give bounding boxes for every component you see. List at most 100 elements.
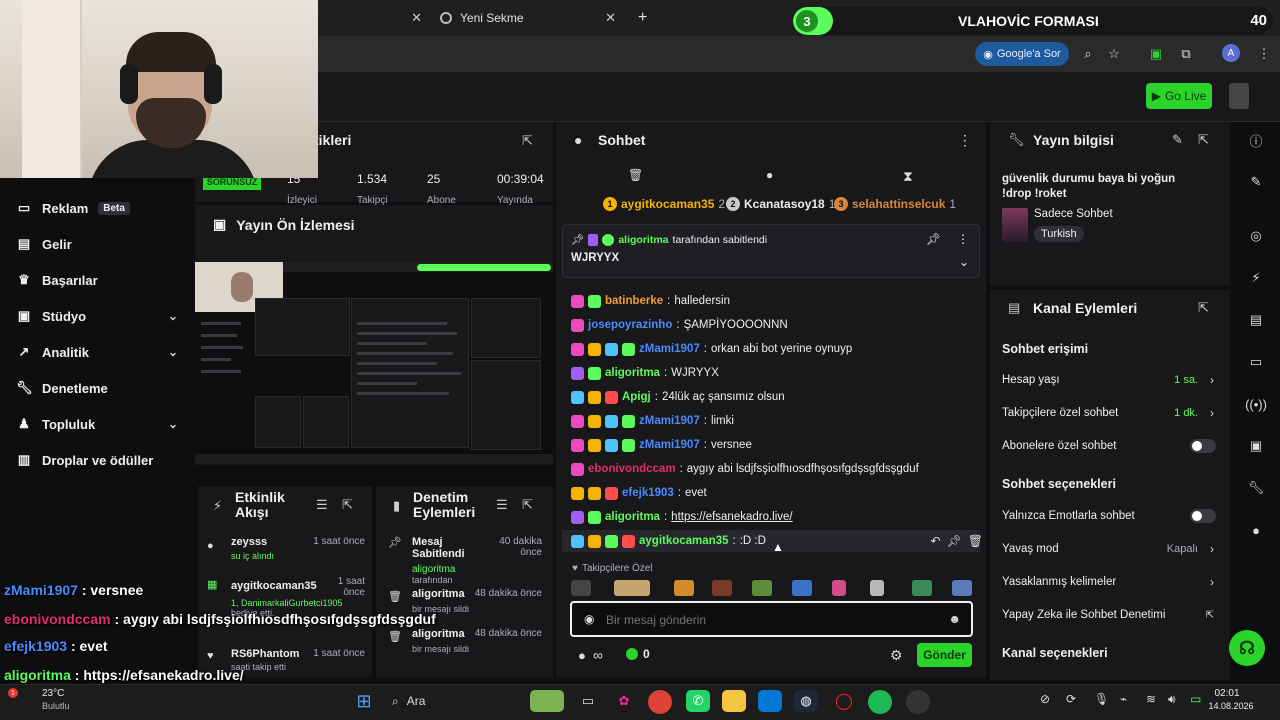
dashboard-icon[interactable]: ▣ [1246, 436, 1266, 456]
slow-mode-setting[interactable]: Yavaş mod Kapalı › [1002, 540, 1216, 558]
infinity-icon[interactable]: ∞ [593, 647, 603, 663]
nav-item-denetleme[interactable]: 🔧︎ Denetleme [16, 376, 178, 400]
extensions-icon[interactable]: ⧉ [1176, 44, 1196, 64]
points-icon[interactable] [626, 648, 638, 660]
leaderboard-entry[interactable]: 2 Kcanatasoy18 1 [726, 197, 835, 211]
browser-menu-icon[interactable]: ⋮ [1254, 44, 1274, 64]
mod-item[interactable]: 📌︎ Mesaj Sabitlendi aligoritma tarafında… [388, 536, 542, 585]
wrench-icon[interactable]: 🔧︎ [1246, 478, 1266, 498]
chat-username[interactable]: aygitkocaman35 [639, 535, 729, 547]
tray-icon[interactable]: ⌁ [1120, 692, 1127, 706]
emote[interactable] [832, 580, 846, 596]
weather-icon[interactable]: 1 [8, 688, 18, 698]
close-tab-icon[interactable]: ✕ [411, 10, 422, 26]
chat-username[interactable]: aligoritma [605, 511, 660, 523]
info-icon[interactable]: ⓘ [1246, 130, 1266, 150]
chat-message[interactable]: batinberke: halledersin [571, 292, 730, 310]
chat-bubble-icon[interactable]: ● [766, 168, 773, 182]
chat-message[interactable]: ebonivondccam: aygıy abi lsdjfsşiolfhıosd… [571, 460, 919, 478]
chat-message[interactable]: Apigj:24lük aç şansımız olsun [571, 388, 785, 406]
browser-tab-new[interactable]: Yeni Sekme ✕ [430, 4, 624, 32]
follower-only-setting[interactable]: Takipçilere özel sohbet 1 dk. › [1002, 404, 1216, 422]
windows-start-icon[interactable]: ⊞ [352, 690, 376, 712]
chat-message[interactable]: zMami1907: versnee [571, 436, 752, 454]
chat-username[interactable]: ebonivondccam [588, 463, 676, 475]
go-live-button[interactable]: ▶ Go Live [1146, 83, 1212, 109]
category-box-art[interactable] [1002, 208, 1028, 242]
emote[interactable] [571, 580, 591, 596]
profile-avatar[interactable]: A [1222, 44, 1240, 62]
share-icon[interactable]: ● [1246, 520, 1266, 540]
nav-item-studyo[interactable]: ▣ Stüdyo ⌄ [16, 304, 178, 328]
battery-icon[interactable]: ▭ [1190, 692, 1201, 706]
weather-desc[interactable]: Bulutlu [42, 701, 70, 711]
nav-item-reklam[interactable]: ▭ Reklam Beta [16, 196, 178, 220]
extension-green-icon[interactable]: ▣ [1146, 44, 1166, 64]
chat-username[interactable]: aligoritma [605, 367, 660, 379]
chat-link[interactable]: https://efsanekadro.live/ [671, 511, 792, 523]
wifi-icon[interactable]: ≋ [1146, 692, 1156, 706]
popout-icon[interactable]: ⇱ [522, 133, 533, 149]
chat-username[interactable]: batinberke [605, 295, 663, 307]
pinned-message[interactable]: 📌︎ aligoritma tarafından sabitlendi WJRY… [562, 224, 980, 278]
nav-item-gelir[interactable]: ▤ Gelir [16, 232, 178, 256]
ai-moderation-setting[interactable]: Yapay Zeka ile Sohbet Denetimi ⇱ [1002, 606, 1216, 624]
nav-item-droplar[interactable]: ▥ Droplar ve ödüller [16, 448, 178, 472]
sub-only-toggle[interactable] [1190, 439, 1216, 453]
new-tab-button[interactable]: + [628, 4, 654, 32]
pin-icon[interactable]: 📌︎ [947, 534, 962, 548]
chat-input[interactable] [606, 611, 926, 629]
chat-menu-icon[interactable]: ⋮ [958, 132, 972, 149]
help-button[interactable]: ☊ [1229, 630, 1265, 666]
leaderboard-entry[interactable]: 3 selahattinselcuk 1 [834, 197, 956, 211]
nav-item-topluluk[interactable]: ♟ Topluluk ⌄ [16, 412, 178, 436]
bolt-icon[interactable]: ⚡︎ [1246, 268, 1266, 288]
category-name[interactable]: Sadece Sohbet [1034, 208, 1113, 220]
send-button[interactable]: Gönder [917, 643, 972, 667]
spotify-icon[interactable] [868, 690, 892, 714]
task-view-icon[interactable]: ▭ [576, 690, 600, 712]
camera-icon[interactable]: ◎ [1246, 226, 1266, 246]
emote[interactable] [870, 580, 884, 596]
activity-item[interactable]: ● zeysss su iç alındı 1 saat önce [207, 536, 365, 572]
opera-icon[interactable]: ◯ [832, 690, 856, 712]
clipboard-icon[interactable]: ▤ [1246, 310, 1266, 330]
chat-username[interactable]: zMami1907 [639, 439, 700, 451]
chat-message[interactable]: aligoritma: https://efsanekadro.live/ [571, 508, 793, 526]
chat-username[interactable]: efejk1903 [622, 487, 674, 499]
chat-message[interactable]: aygitkocaman35::D :D [571, 532, 766, 550]
share-icon[interactable]: ● [578, 648, 586, 663]
bookmark-star-icon[interactable]: ☆ [1104, 44, 1124, 64]
hourglass-icon[interactable]: ⧗ [903, 168, 913, 185]
close-tab-icon[interactable]: ✕ [605, 10, 616, 26]
whatsapp-icon[interactable]: ✆ [686, 690, 710, 712]
widget-icon[interactable] [530, 690, 564, 712]
obs-icon[interactable] [906, 690, 930, 714]
weather-temp[interactable]: 23°C [42, 688, 64, 699]
file-explorer-icon[interactable] [722, 690, 746, 712]
emote[interactable] [952, 580, 972, 596]
language-tag[interactable]: Turkish [1034, 226, 1084, 242]
popout-icon[interactable]: ⇱ [1198, 300, 1209, 316]
filter-icon[interactable]: ☰ [496, 497, 508, 513]
taskbar-search[interactable]: ⌕ Ara [384, 689, 524, 713]
stream-preview-video[interactable] [195, 262, 553, 464]
chat-message[interactable]: aligoritma: WJRYYX [571, 364, 719, 382]
chat-username[interactable]: josepoyrazinho [588, 319, 672, 331]
leaderboard-entry[interactable]: 1 aygitkocaman35 2 [603, 197, 725, 211]
volume-icon[interactable]: 🔊︎ [1168, 692, 1176, 707]
user-avatar[interactable] [1229, 83, 1249, 109]
copilot-icon[interactable]: ✿ [612, 690, 636, 712]
chrome-icon[interactable] [648, 690, 672, 714]
trash-icon[interactable]: 🗑︎ [968, 534, 983, 548]
emote-picker-icon[interactable]: ☻ [948, 612, 961, 626]
chat-bubble-icon[interactable]: ▭ [1246, 352, 1266, 372]
chevron-down-icon[interactable]: ⌄ [959, 255, 969, 269]
nav-item-basarilar[interactable]: ♛ Başarılar [16, 268, 178, 292]
emote[interactable] [792, 580, 812, 596]
emote[interactable] [712, 580, 732, 596]
channel-points-icon[interactable]: ◉ [584, 612, 594, 626]
edit-pencil-icon[interactable]: ✎ [1172, 132, 1183, 148]
trash-icon[interactable]: 🗑︎ [628, 168, 643, 182]
emote[interactable] [674, 580, 694, 596]
